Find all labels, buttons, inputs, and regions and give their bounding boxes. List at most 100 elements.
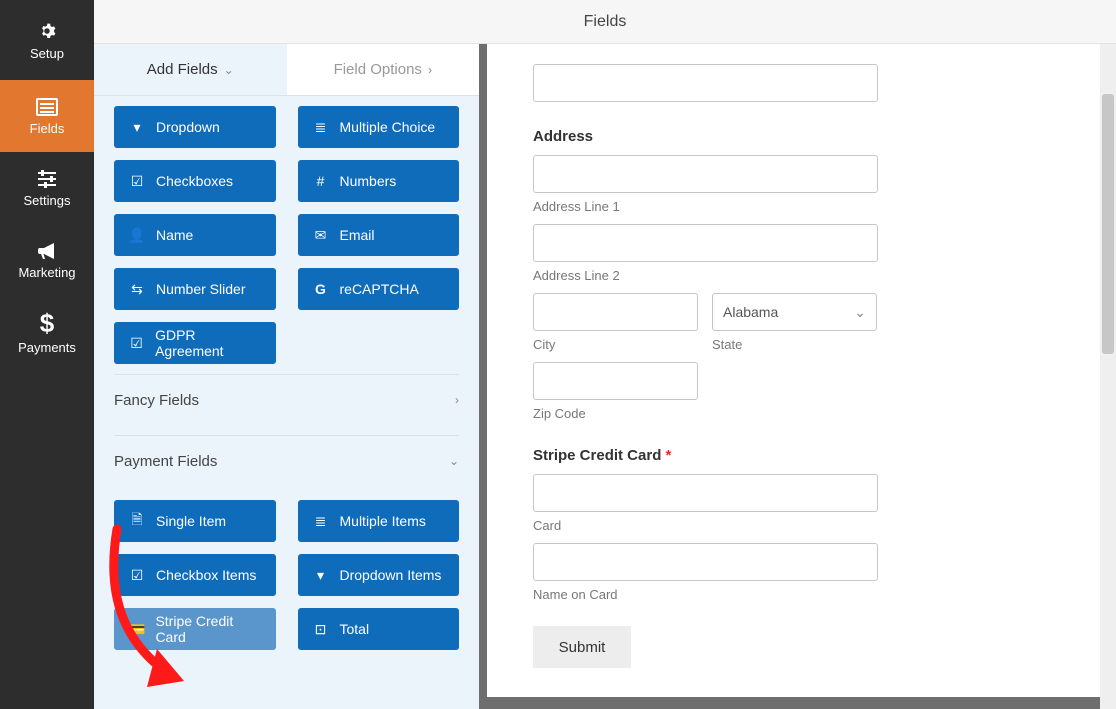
- nav-fields-label: Fields: [30, 121, 65, 136]
- hash-icon: #: [312, 173, 330, 189]
- sublabel-line2: Address Line 2: [533, 268, 1058, 283]
- left-nav: Setup Fields Settings Marketing $ Paymen…: [0, 0, 94, 709]
- input-generic[interactable]: [533, 64, 878, 102]
- field-number-slider[interactable]: ⇆ Number Slider: [114, 268, 276, 310]
- field-dropdown-label: Dropdown: [156, 119, 220, 135]
- file-icon: 🗎: [128, 509, 146, 533]
- field-multiple-choice-label: Multiple Choice: [340, 119, 436, 135]
- required-indicator: *: [661, 447, 671, 464]
- scroll-thumb[interactable]: [1102, 94, 1114, 354]
- field-numbers-label: Numbers: [340, 173, 397, 189]
- field-total-label: Total: [340, 621, 370, 637]
- field-checkbox-items-label: Checkbox Items: [156, 567, 256, 583]
- field-stripe-credit-card[interactable]: 💳 Stripe Credit Card: [114, 608, 276, 650]
- field-gdpr-label: GDPR Agreement: [155, 327, 261, 359]
- field-total[interactable]: ⊡ Total: [298, 608, 460, 650]
- tab-add-fields[interactable]: Add Fields ⌄: [94, 44, 287, 95]
- field-checkboxes[interactable]: ☑ Checkboxes: [114, 160, 276, 202]
- gear-icon: [36, 20, 58, 42]
- address-label: Address: [533, 128, 1058, 145]
- caret-down-icon: ▾: [312, 567, 330, 584]
- field-numbers[interactable]: # Numbers: [298, 160, 460, 202]
- caret-down-icon: ▾: [128, 119, 146, 136]
- section-fancy-fields[interactable]: Fancy Fields ›: [114, 375, 459, 425]
- dollar-icon: $: [40, 310, 54, 336]
- field-single-item-label: Single Item: [156, 513, 226, 529]
- preview-stage: Address Address Line 1 Address Line 2 Ci…: [479, 44, 1116, 709]
- sliders-icon: [36, 169, 58, 189]
- select-state-value: Alabama: [723, 304, 778, 320]
- sublabel-state: State: [712, 337, 877, 352]
- list-icon: ≣: [312, 513, 330, 530]
- nav-settings[interactable]: Settings: [0, 152, 94, 224]
- user-icon: 👤: [128, 227, 146, 244]
- sublabel-zip: Zip Code: [533, 406, 1058, 421]
- check-icon: ☑: [128, 567, 146, 584]
- field-recaptcha-label: reCAPTCHA: [340, 281, 419, 297]
- section-fancy-label: Fancy Fields: [114, 392, 199, 409]
- chevron-down-icon: ⌄: [854, 304, 866, 321]
- nav-settings-label: Settings: [24, 193, 71, 208]
- nav-setup-label: Setup: [30, 46, 64, 61]
- field-name[interactable]: 👤 Name: [114, 214, 276, 256]
- field-email[interactable]: ✉ Email: [298, 214, 460, 256]
- nav-payments[interactable]: $ Payments: [0, 296, 94, 368]
- chevron-down-icon: ⌄: [224, 63, 234, 77]
- envelope-icon: ✉: [312, 227, 330, 244]
- field-single-item[interactable]: 🗎 Single Item: [114, 500, 276, 542]
- nav-marketing[interactable]: Marketing: [0, 224, 94, 296]
- field-dropdown-items-label: Dropdown Items: [340, 567, 442, 583]
- input-card[interactable]: [533, 474, 878, 512]
- tab-options-label: Field Options: [334, 61, 422, 78]
- input-name-on-card[interactable]: [533, 543, 878, 581]
- field-multiple-choice[interactable]: ≣ Multiple Choice: [298, 106, 460, 148]
- field-recaptcha[interactable]: GreCAPTCHA: [298, 268, 460, 310]
- field-email-label: Email: [340, 227, 375, 243]
- chevron-right-icon: ›: [455, 393, 459, 407]
- select-state[interactable]: Alabama ⌄: [712, 293, 877, 331]
- credit-card-icon: 💳: [128, 621, 145, 638]
- submit-button[interactable]: Submit: [533, 626, 631, 668]
- section-payment-label: Payment Fields: [114, 453, 217, 470]
- field-multiple-items-label: Multiple Items: [340, 513, 426, 529]
- list-icon: [35, 97, 59, 117]
- field-dropdown[interactable]: ▾ Dropdown: [114, 106, 276, 148]
- money-icon: ⊡: [312, 621, 330, 638]
- section-payment-fields[interactable]: Payment Fields ⌄: [114, 436, 459, 486]
- field-checkbox-items[interactable]: ☑ Checkbox Items: [114, 554, 276, 596]
- bullhorn-icon: [36, 241, 58, 261]
- field-name-label: Name: [156, 227, 193, 243]
- field-dropdown-items[interactable]: ▾ Dropdown Items: [298, 554, 460, 596]
- topbar: Fields: [94, 0, 1116, 44]
- tab-field-options[interactable]: Field Options ›: [287, 44, 480, 95]
- chevron-right-icon: ›: [428, 63, 432, 77]
- nav-payments-label: Payments: [18, 340, 76, 355]
- fields-panel: Add Fields ⌄ Field Options › ▾ Dropdown ≣…: [94, 44, 479, 709]
- field-checkboxes-label: Checkboxes: [156, 173, 233, 189]
- input-address-line1[interactable]: [533, 155, 878, 193]
- sublabel-name-on-card: Name on Card: [533, 587, 1058, 602]
- field-number-slider-label: Number Slider: [156, 281, 245, 297]
- nav-fields[interactable]: Fields: [0, 80, 94, 152]
- list-icon: ≣: [312, 119, 330, 136]
- google-icon: G: [312, 281, 330, 297]
- nav-marketing-label: Marketing: [18, 265, 75, 280]
- check-icon: ☑: [128, 335, 145, 352]
- page-title: Fields: [584, 13, 627, 31]
- check-icon: ☑: [128, 173, 146, 190]
- sublabel-city: City: [533, 337, 698, 352]
- tab-add-label: Add Fields: [147, 61, 218, 78]
- field-gdpr[interactable]: ☑ GDPR Agreement: [114, 322, 276, 364]
- nav-setup[interactable]: Setup: [0, 0, 94, 80]
- chevron-down-icon: ⌄: [449, 454, 459, 468]
- sublabel-line1: Address Line 1: [533, 199, 1058, 214]
- input-zip[interactable]: [533, 362, 698, 400]
- stripe-label: Stripe Credit Card *: [533, 447, 1058, 464]
- stage-scrollbar[interactable]: [1100, 44, 1116, 709]
- form-preview: Address Address Line 1 Address Line 2 Ci…: [487, 44, 1104, 697]
- input-city[interactable]: [533, 293, 698, 331]
- field-multiple-items[interactable]: ≣ Multiple Items: [298, 500, 460, 542]
- slider-icon: ⇆: [128, 281, 146, 298]
- field-stripe-label: Stripe Credit Card: [155, 613, 261, 645]
- input-address-line2[interactable]: [533, 224, 878, 262]
